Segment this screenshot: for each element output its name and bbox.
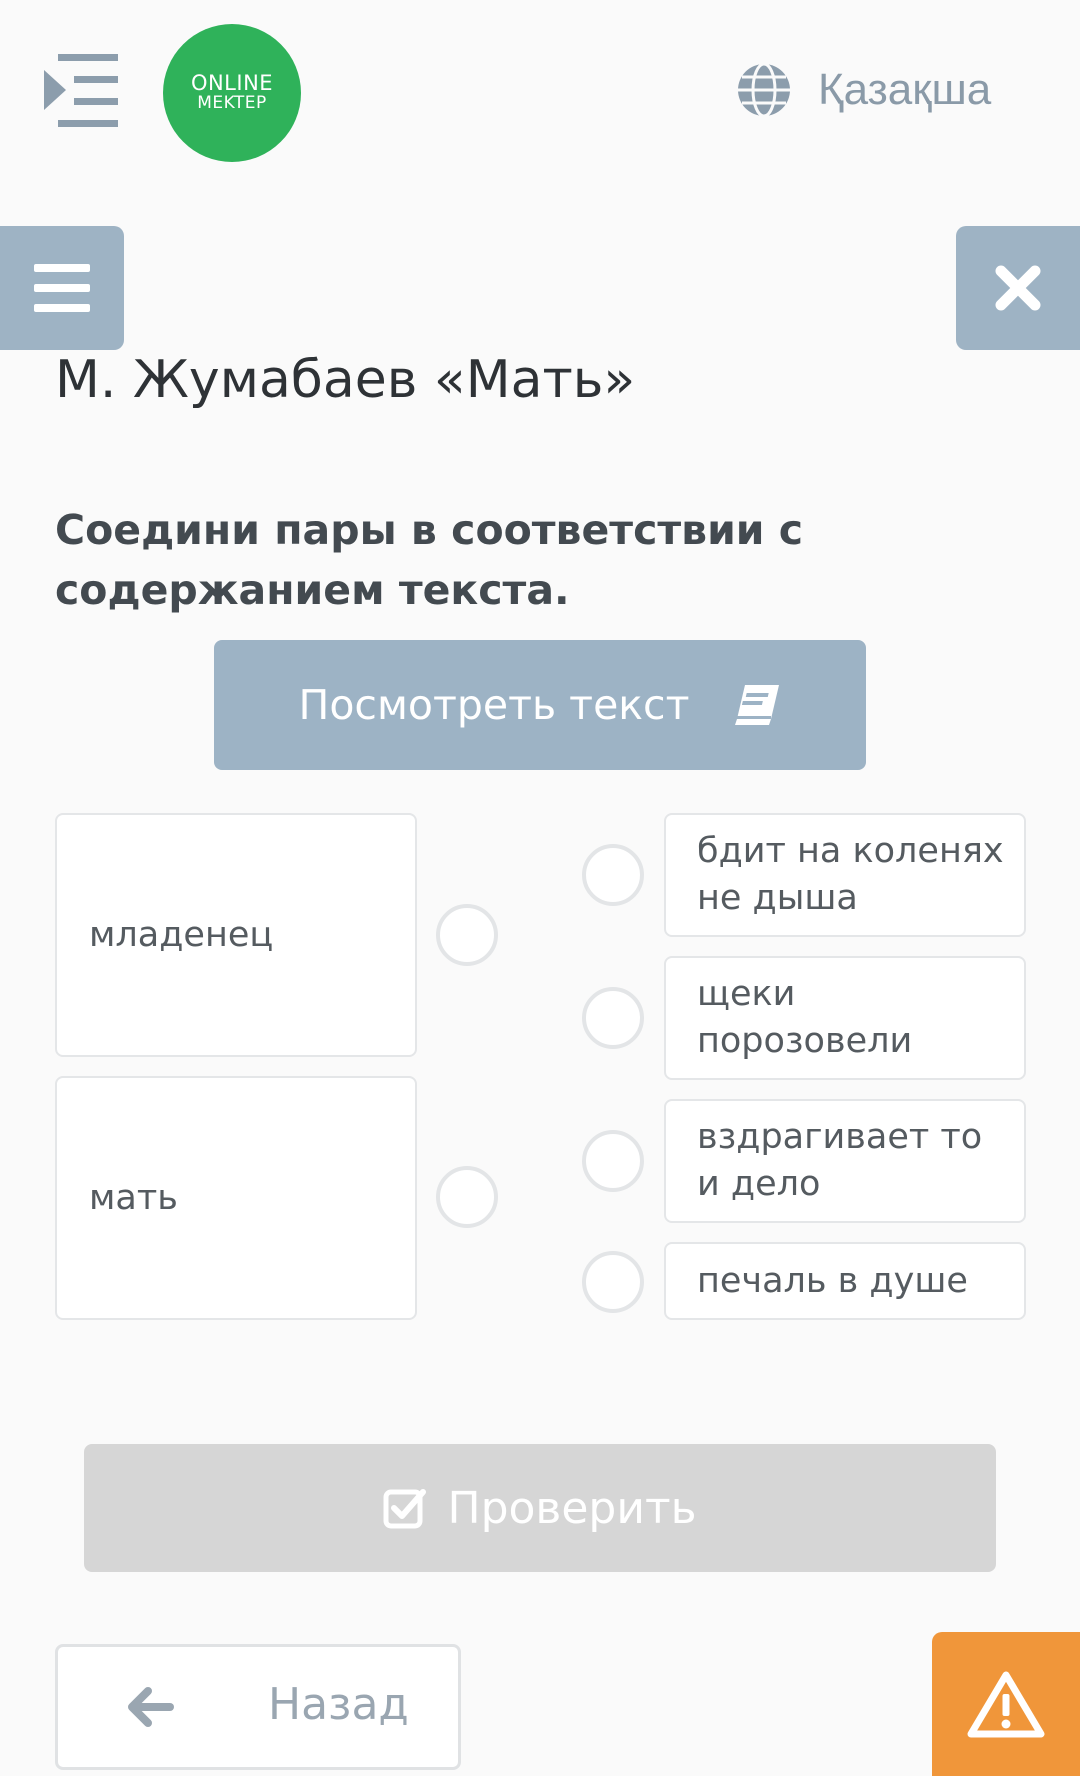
left-radio-mladenec[interactable]: [436, 904, 498, 966]
right-item-label: вздрагивает то и дело: [697, 1117, 983, 1204]
right-item-label: печаль в душе: [697, 1260, 968, 1301]
left-item-label: младенец: [89, 915, 274, 955]
globe-icon: [738, 62, 790, 118]
task-instruction: Соедини пары в соответствии с содержание…: [55, 506, 804, 614]
right-item-label: щеки порозовели: [697, 974, 913, 1061]
lesson-title: М. Жумабаев «Мать»: [55, 350, 636, 410]
right-item-2[interactable]: щеки порозовели: [664, 956, 1026, 1080]
online-mektep-logo[interactable]: ONLINE MEKTEP: [163, 24, 301, 162]
right-item-3[interactable]: вздрагивает то и дело: [664, 1099, 1026, 1223]
logo-line-1: ONLINE: [190, 71, 274, 95]
view-text-label: Посмотреть текст: [298, 681, 690, 729]
report-problem-button[interactable]: [932, 1632, 1080, 1776]
left-item-label: мать: [89, 1178, 178, 1218]
close-icon: [995, 265, 1041, 311]
back-button[interactable]: Назад: [55, 1644, 461, 1770]
view-text-button[interactable]: Посмотреть текст: [214, 640, 866, 770]
language-selector[interactable]: Қазақша: [736, 58, 991, 122]
right-item-4[interactable]: печаль в душе: [664, 1242, 1026, 1320]
logo-line-2: MEKTEP: [197, 93, 267, 113]
back-label: Назад: [268, 1679, 409, 1730]
close-button[interactable]: [956, 226, 1080, 350]
right-radio-2[interactable]: [582, 987, 644, 1049]
arrow-left-icon: [128, 1687, 174, 1727]
left-item-mat[interactable]: мать: [55, 1076, 417, 1320]
right-radio-4[interactable]: [582, 1251, 644, 1313]
check-square-icon: [383, 1489, 427, 1529]
warning-icon: [967, 1671, 1045, 1738]
right-radio-1[interactable]: [582, 844, 644, 906]
check-button[interactable]: Проверить: [84, 1444, 996, 1572]
right-radio-3[interactable]: [582, 1130, 644, 1192]
book-icon: [735, 685, 780, 725]
indent-menu-icon[interactable]: [44, 54, 120, 128]
right-item-label: бдит на коленях не дыша: [697, 831, 1004, 918]
left-item-mladenec[interactable]: младенец: [55, 813, 417, 1057]
left-radio-mat[interactable]: [436, 1166, 498, 1228]
sidebar-toggle-button[interactable]: [0, 226, 124, 350]
check-label: Проверить: [447, 1482, 697, 1534]
language-label: Қазақша: [818, 65, 992, 114]
right-item-1[interactable]: бдит на коленях не дыша: [664, 813, 1026, 937]
hamburger-icon: [34, 264, 90, 312]
